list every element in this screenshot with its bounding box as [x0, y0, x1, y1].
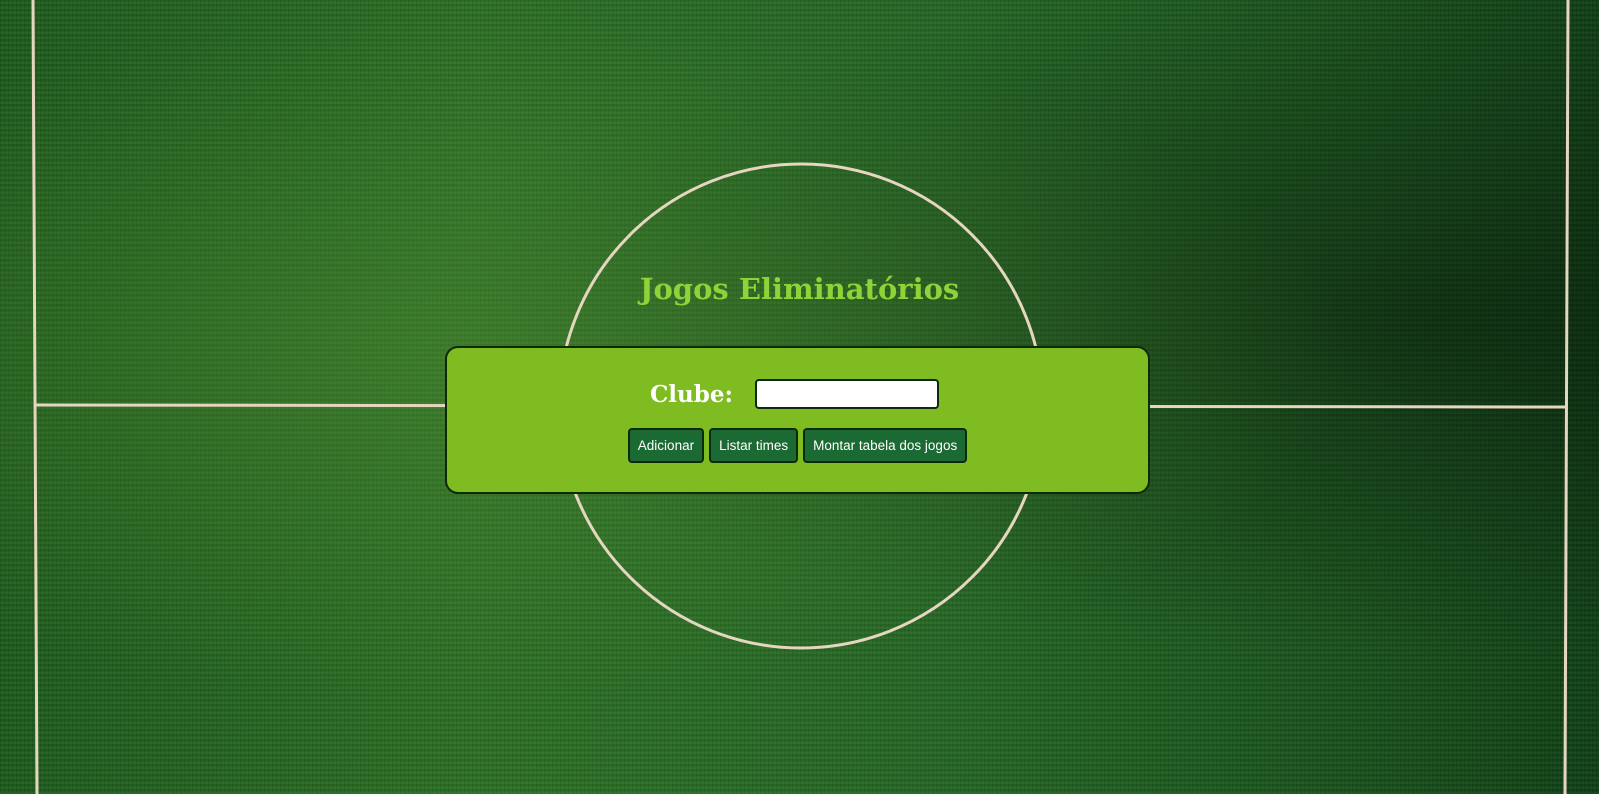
- club-label: Clube:: [650, 380, 733, 408]
- club-form-panel: Clube: Adicionar Listar times Montar tab…: [445, 346, 1150, 494]
- build-match-table-button[interactable]: Montar tabela dos jogos: [803, 428, 968, 463]
- button-row: Adicionar Listar times Montar tabela dos…: [447, 428, 1148, 463]
- club-row: Clube:: [447, 379, 1148, 409]
- page-title: Jogos Eliminatórios: [639, 272, 960, 306]
- left-sideline: [31, 0, 39, 794]
- right-sideline: [1563, 0, 1570, 794]
- club-input[interactable]: [754, 379, 939, 409]
- add-button[interactable]: Adicionar: [627, 428, 705, 463]
- list-teams-button[interactable]: Listar times: [709, 428, 799, 463]
